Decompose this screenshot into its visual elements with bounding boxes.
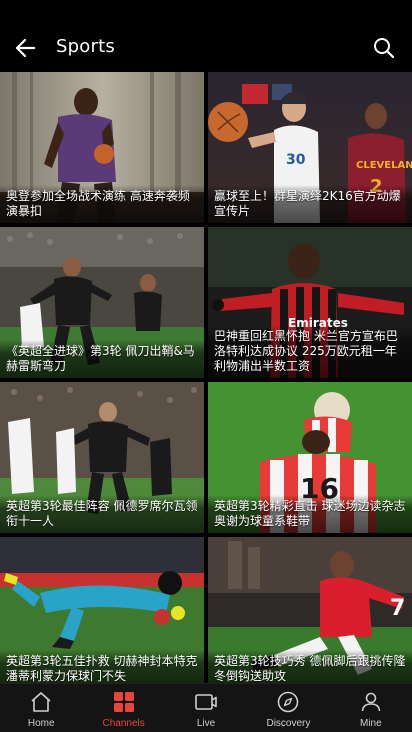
nav-live[interactable]: Live [165, 684, 247, 732]
app-root: Sports 奥登参加全场战术演练 高速奔袭频演暴扣 30 CLEVELAN 赢… [0, 0, 412, 732]
video-card[interactable]: 奥登参加全场战术演练 高速奔袭频演暴扣 [0, 72, 204, 223]
video-card[interactable]: 英超第3轮五佳扑救 切赫神封本特克 潘蒂利蒙力保球门不失 [0, 537, 204, 688]
search-icon[interactable] [370, 34, 398, 62]
nav-mine-label: Mine [359, 718, 382, 729]
person-icon [361, 692, 381, 712]
video-grid: 奥登参加全场战术演练 高速奔袭频演暴扣 30 CLEVELAN 赢球至上！群星演… [0, 72, 412, 688]
video-card[interactable]: 7 英超第3轮技巧秀 德佩脚后跟挑传隆冬倒钩送助攻 [208, 537, 412, 688]
compass-icon [278, 691, 299, 713]
video-title: 英超第3轮最佳阵容 佩德罗席尔瓦领衔十一人 [0, 495, 204, 533]
video-title: 奥登参加全场战术演练 高速奔袭频演暴扣 [0, 185, 204, 223]
back-arrow-icon[interactable] [12, 34, 40, 62]
nav-mine[interactable]: Mine [330, 684, 412, 732]
video-title: 巴神重回红黑怀抱 米兰官方宣布巴洛特利达成协议 225万欧元租一年利物浦出半数工… [208, 325, 412, 378]
nav-channels[interactable]: Channels [82, 684, 164, 732]
nav-home[interactable]: Home [0, 684, 82, 732]
video-card[interactable]: 16 英超第3轮精彩直击 球迷场边读杂志 奥谢为球童系鞋带 [208, 382, 412, 533]
svg-text:7: 7 [390, 596, 405, 621]
top-app-bar: Sports [0, 0, 412, 72]
live-tv-icon [195, 694, 217, 710]
video-title: 《英超全进球》第3轮 佩刀出鞘&马赫雷斯弯刀 [0, 340, 204, 378]
nav-discovery[interactable]: Discovery [247, 684, 329, 732]
video-card[interactable]: 30 CLEVELAND 2 赢球至上！群星演绎2K16官方动爆宣传片 [208, 72, 412, 223]
nav-channels-label: Channels [102, 718, 145, 729]
video-card[interactable]: 英超第3轮最佳阵容 佩德罗席尔瓦领衔十一人 [0, 382, 204, 533]
video-card[interactable]: Emirates 巴神重回红黑怀抱 米兰官方宣布巴洛特利达成协议 225万欧元租… [208, 227, 412, 378]
video-card[interactable]: 《英超全进球》第3轮 佩刀出鞘&马赫雷斯弯刀 [0, 227, 204, 378]
home-icon [31, 692, 51, 712]
channels-icon [113, 692, 134, 712]
video-title: 赢球至上！群星演绎2K16官方动爆宣传片 [208, 185, 412, 223]
bottom-navigation: Home Channels Live Discovery Mine [0, 683, 412, 732]
page-title: Sports [56, 36, 115, 57]
svg-text:30: 30 [286, 152, 306, 168]
nav-live-label: Live [196, 718, 216, 729]
nav-home-label: Home [27, 718, 55, 729]
video-title: 英超第3轮精彩直击 球迷场边读杂志 奥谢为球童系鞋带 [208, 495, 412, 533]
svg-text:CLEVELAND: CLEVELAND [356, 160, 412, 171]
nav-discovery-label: Discovery [266, 718, 311, 729]
